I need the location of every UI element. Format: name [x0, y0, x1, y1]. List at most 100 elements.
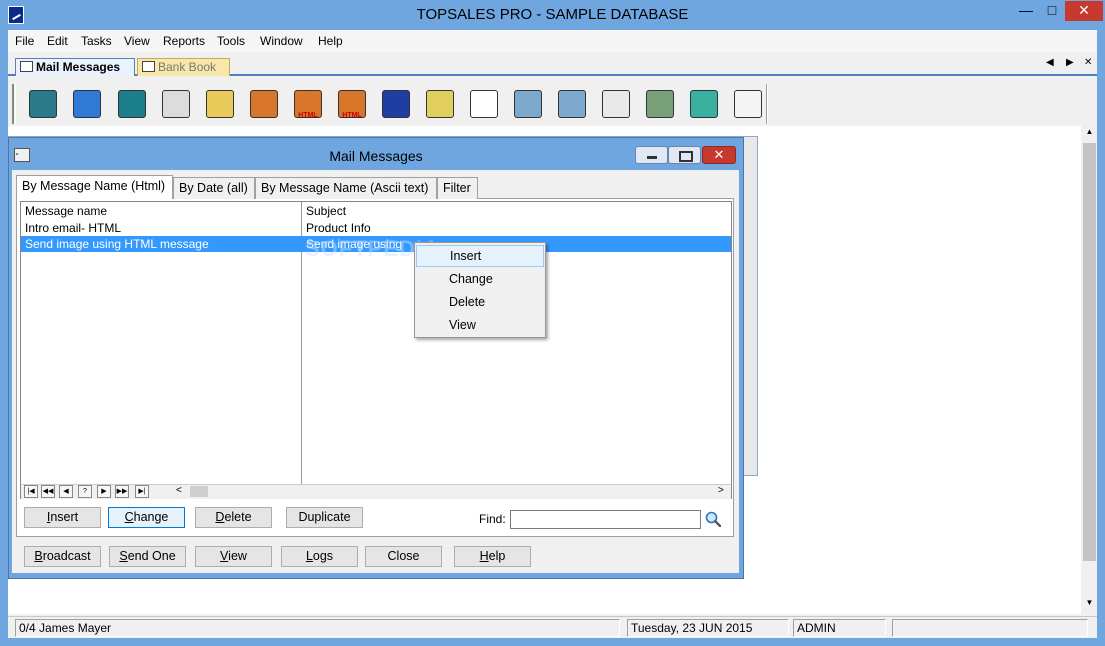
mail-window-minimize-button[interactable] — [635, 146, 668, 164]
view-button[interactable]: View — [195, 546, 272, 567]
toolbar-button-stopwatch[interactable] — [730, 86, 766, 122]
toolbar-button-contacts[interactable] — [246, 86, 282, 122]
column-header-subject[interactable]: Subject — [302, 203, 731, 219]
context-menu-insert[interactable]: Insert — [416, 245, 544, 267]
mail-window-title: Mail Messages — [329, 148, 423, 164]
search-icon[interactable] — [705, 511, 721, 527]
tab-scroll-right-icon[interactable]: ▶ — [1066, 57, 1074, 68]
tab-by-date-all[interactable]: By Date (all) — [173, 177, 255, 199]
toolbar-button-contacts-html-2[interactable]: HTML — [334, 86, 370, 122]
mail-window-close-button[interactable]: ✕ — [702, 146, 736, 164]
menu-file[interactable]: File — [15, 33, 34, 49]
menu-help[interactable]: Help — [318, 33, 343, 49]
toolbar-button-calculator[interactable] — [114, 86, 150, 122]
toolbar-button-cash-register[interactable] — [422, 86, 458, 122]
tab-scroll-left-icon[interactable]: ◀ — [1046, 57, 1054, 68]
table-row[interactable]: Intro email- HTML Product Info — [21, 220, 731, 236]
duplicate-button[interactable]: Duplicate — [286, 507, 363, 528]
toolbar-separator — [766, 84, 768, 124]
html-badge: HTML — [342, 112, 362, 119]
scroll-up-icon[interactable]: ▲ — [1083, 127, 1096, 141]
toolbar-button-safe[interactable] — [642, 86, 678, 122]
toolbar-button-document-chart[interactable] — [466, 86, 502, 122]
window-system-menu-icon[interactable]: ⁃ — [14, 148, 30, 162]
shelves-icon — [514, 90, 542, 118]
logs-button[interactable]: Logs — [281, 546, 358, 567]
column-header-message-name[interactable]: Message name — [21, 203, 301, 219]
safe-icon — [646, 90, 674, 118]
tab-by-message-name-html[interactable]: By Message Name (Html) — [16, 175, 173, 199]
tab-filter[interactable]: Filter — [437, 177, 478, 199]
status-date: Tuesday, 23 JUN 2015 — [627, 619, 789, 637]
html-badge: HTML — [298, 112, 318, 119]
accel-key: S — [119, 549, 128, 563]
accel-key: C — [124, 510, 134, 524]
maximize-button[interactable]: □ — [1039, 1, 1065, 21]
bank-icon — [29, 90, 57, 118]
menu-edit[interactable]: Edit — [47, 33, 68, 49]
toolbar-button-shelves-2[interactable] — [554, 86, 590, 122]
toolbar-button-dollar-document[interactable] — [378, 86, 414, 122]
accel-key: V — [220, 549, 229, 563]
nav-first-button[interactable]: |◀ — [24, 485, 38, 498]
nav-next-page-button[interactable]: ▶▶ — [115, 485, 129, 498]
toolbar-button-bank[interactable] — [25, 86, 61, 122]
hscroll-left-icon[interactable]: < — [176, 485, 182, 496]
nav-prior-page-button[interactable]: ◀◀ — [41, 485, 55, 498]
hscroll-right-icon[interactable]: > — [718, 485, 724, 496]
button-label: iew — [228, 549, 247, 563]
button-label: Close — [387, 549, 420, 563]
change-button[interactable]: Change — [108, 507, 185, 528]
menu-tasks[interactable]: Tasks — [81, 33, 112, 49]
delete-button[interactable]: Delete — [195, 507, 272, 528]
doc-tab-label: Mail Messages — [36, 60, 121, 74]
contacts-html-2-icon: HTML — [338, 90, 366, 119]
nav-search-button[interactable]: ? — [78, 485, 92, 498]
toolbar-button-calendar-97[interactable] — [158, 86, 194, 122]
status-extra — [892, 619, 1088, 637]
menu-tools[interactable]: Tools — [217, 33, 245, 49]
toolbar-grip[interactable] — [12, 84, 16, 124]
minimize-button[interactable]: — — [1013, 1, 1039, 21]
send-one-button[interactable]: Send One — [109, 546, 186, 567]
context-menu-delete[interactable]: Delete — [416, 291, 544, 313]
hscroll-thumb[interactable] — [190, 486, 208, 497]
document-chart-icon — [470, 90, 498, 118]
insert-button[interactable]: Insert — [24, 507, 101, 528]
toolbar-button-scanner[interactable] — [686, 86, 722, 122]
tab-close-icon[interactable]: ✕ — [1084, 57, 1092, 68]
bank-book-tab-icon — [142, 61, 155, 72]
scroll-down-icon[interactable]: ▼ — [1083, 598, 1096, 612]
nav-prior-button[interactable]: ◀ — [59, 485, 73, 498]
status-user: ADMIN — [793, 619, 886, 637]
context-menu-change[interactable]: Change — [416, 268, 544, 290]
toolbar-button-shelves[interactable] — [510, 86, 546, 122]
cash-register-icon — [426, 90, 454, 118]
doc-tab-mail-messages[interactable]: Mail Messages — [15, 58, 135, 76]
nav-last-button[interactable]: ▶| — [135, 485, 149, 498]
nav-next-button[interactable]: ▶ — [97, 485, 111, 498]
toolbar-button-mail-tray[interactable] — [202, 86, 238, 122]
toolbar-button-globe-computer[interactable] — [69, 86, 105, 122]
close-button[interactable]: ✕ — [1065, 1, 1103, 21]
find-label: Find: — [479, 512, 506, 526]
toolbar-button-write-letter[interactable] — [598, 86, 634, 122]
accel-key: H — [479, 549, 489, 563]
doc-tab-bank-book[interactable]: Bank Book — [137, 58, 230, 76]
menu-view[interactable]: View — [124, 33, 150, 49]
menu-reports[interactable]: Reports — [163, 33, 205, 49]
toolbar-button-contacts-html[interactable]: HTML — [290, 86, 326, 122]
broadcast-button[interactable]: Broadcast — [24, 546, 101, 567]
app-title: TOPSALES PRO - SAMPLE DATABASE — [416, 6, 689, 23]
tab-by-message-name-ascii[interactable]: By Message Name (Ascii text) — [255, 177, 437, 199]
mail-window-maximize-button[interactable] — [668, 146, 701, 164]
accel-key: L — [305, 549, 313, 563]
context-menu-view[interactable]: View — [416, 314, 544, 336]
scanner-icon — [690, 90, 718, 118]
write-letter-icon — [602, 90, 630, 118]
menu-window[interactable]: Window — [260, 33, 303, 49]
help-button[interactable]: Help — [454, 546, 531, 567]
scrollbar-thumb[interactable] — [1083, 143, 1096, 561]
find-input[interactable] — [510, 510, 701, 529]
close-window-button[interactable]: Close — [365, 546, 442, 567]
